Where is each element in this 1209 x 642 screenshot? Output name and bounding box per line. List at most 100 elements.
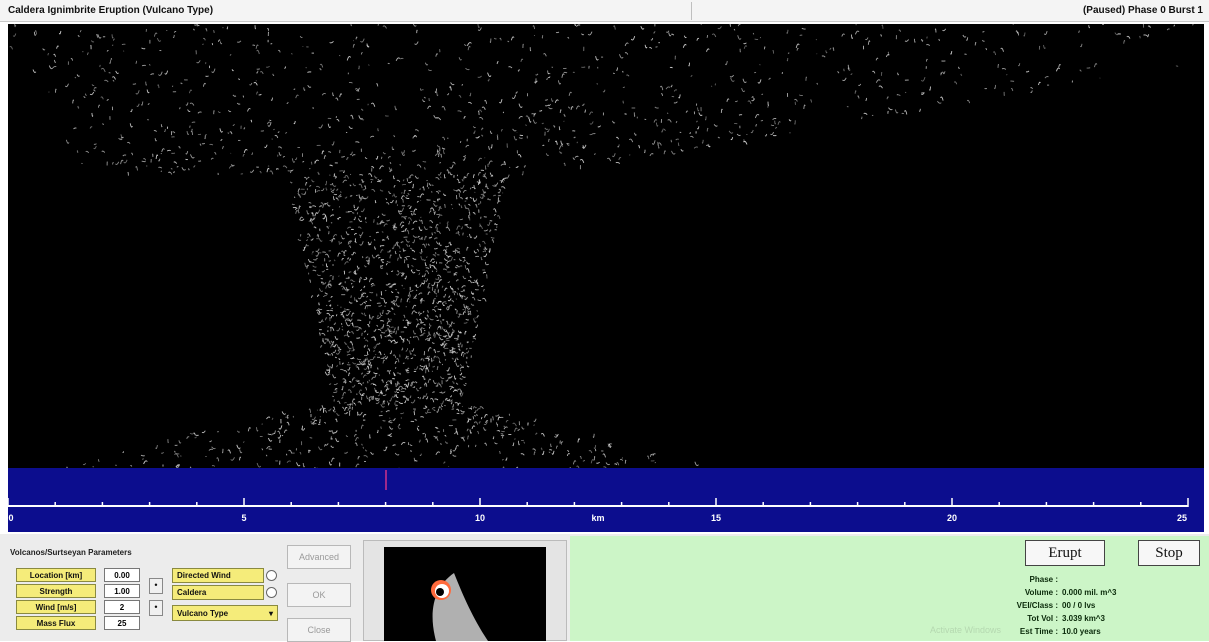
ash-particle xyxy=(474,406,476,408)
ash-particle xyxy=(468,204,470,205)
ash-particle xyxy=(319,320,323,323)
ash-particle xyxy=(352,155,355,156)
ash-particle xyxy=(142,65,146,66)
ash-particle xyxy=(410,396,411,398)
ash-particle xyxy=(391,308,393,310)
ash-particle xyxy=(434,238,437,239)
ash-particle xyxy=(327,227,329,229)
ash-particle xyxy=(346,231,349,234)
ash-particle xyxy=(262,449,263,450)
ash-particle xyxy=(668,113,669,114)
ash-particle xyxy=(344,250,346,253)
ash-particle xyxy=(379,352,381,355)
ash-particle xyxy=(329,310,333,311)
ash-particle xyxy=(377,430,378,433)
ash-particle xyxy=(244,149,247,152)
ash-particle xyxy=(457,226,460,230)
ash-particle xyxy=(179,147,181,149)
ash-particle xyxy=(35,31,36,35)
ash-particle xyxy=(556,434,558,435)
caldera-radio[interactable] xyxy=(266,587,277,598)
ash-particle xyxy=(306,182,307,185)
ash-particle xyxy=(470,197,472,198)
ash-particle xyxy=(752,99,755,101)
ash-particle xyxy=(93,90,95,91)
ash-particle xyxy=(423,359,424,361)
ash-particle xyxy=(435,438,438,441)
ash-particle xyxy=(366,277,367,278)
ash-particle xyxy=(491,144,492,148)
ash-particle xyxy=(453,455,457,456)
ash-particle xyxy=(502,129,503,131)
ash-particle xyxy=(445,246,449,247)
ash-particle xyxy=(436,191,439,193)
ash-particle xyxy=(730,75,734,77)
ash-particle xyxy=(417,324,420,327)
ash-particle xyxy=(350,152,352,155)
ash-particle xyxy=(386,264,387,266)
option-caldera[interactable]: Caldera xyxy=(172,585,264,600)
ash-particle xyxy=(613,73,614,74)
ash-particle xyxy=(133,84,136,85)
ash-particle xyxy=(206,29,207,32)
ash-particle xyxy=(447,321,449,325)
ash-particle xyxy=(427,335,431,337)
ash-particle xyxy=(463,258,465,261)
ok-button[interactable]: OK xyxy=(287,583,351,607)
eruption-type-dropdown[interactable]: Vulcano Type ▾ xyxy=(172,605,278,621)
ash-particle xyxy=(462,438,465,441)
activate-windows-watermark: Activate Windows xyxy=(930,625,1001,635)
ash-particle xyxy=(395,106,397,110)
ash-particle xyxy=(463,276,466,279)
ash-particle xyxy=(432,407,435,409)
ash-particle xyxy=(449,326,452,328)
option-directed-wind[interactable]: Directed Wind xyxy=(172,568,264,583)
ash-particle xyxy=(405,276,407,279)
stop-button[interactable]: Stop xyxy=(1138,540,1200,566)
ash-particle xyxy=(414,209,417,213)
ash-particle xyxy=(400,373,401,374)
ash-particle xyxy=(437,118,441,120)
simulation-view[interactable] xyxy=(8,24,1204,470)
ash-particle xyxy=(480,117,483,119)
ash-particle xyxy=(403,179,404,180)
ash-particle xyxy=(447,170,449,174)
advanced-button[interactable]: Advanced xyxy=(287,545,351,569)
ash-particle xyxy=(626,75,629,76)
ash-particle xyxy=(381,332,385,333)
erupt-button[interactable]: Erupt xyxy=(1025,540,1105,566)
ash-particle xyxy=(113,81,114,82)
ash-particle xyxy=(332,430,334,434)
ash-particle xyxy=(270,120,272,121)
ash-particle xyxy=(370,136,374,137)
ash-particle xyxy=(778,122,780,125)
ash-particle xyxy=(468,436,469,440)
ash-particle xyxy=(751,130,753,133)
ash-particle xyxy=(744,139,745,142)
ash-particle xyxy=(499,452,500,454)
ash-particle xyxy=(401,272,402,273)
wind-stepper-button[interactable]: • xyxy=(149,600,163,616)
ash-particle xyxy=(459,204,460,205)
strength-stepper-button[interactable]: • xyxy=(149,578,163,594)
directed-wind-radio[interactable] xyxy=(266,570,277,581)
wind-input[interactable] xyxy=(104,600,140,614)
ash-particle xyxy=(387,386,389,389)
ash-particle xyxy=(292,204,295,205)
ash-particle xyxy=(158,167,161,168)
ash-particle xyxy=(459,182,461,183)
strength-input[interactable] xyxy=(104,584,140,598)
mass-flux-input[interactable] xyxy=(104,616,140,630)
ash-particle xyxy=(408,292,409,296)
ash-particle xyxy=(496,415,500,416)
close-button[interactable]: Close xyxy=(287,618,351,642)
ash-particle xyxy=(544,54,547,57)
ash-particle xyxy=(521,59,523,62)
location-input[interactable] xyxy=(104,568,140,582)
ash-particle xyxy=(358,227,361,229)
ash-particle xyxy=(1079,31,1080,33)
ash-particle xyxy=(313,266,317,267)
ash-particle xyxy=(342,311,346,314)
ash-particle xyxy=(389,404,390,406)
ash-particle xyxy=(194,24,198,25)
